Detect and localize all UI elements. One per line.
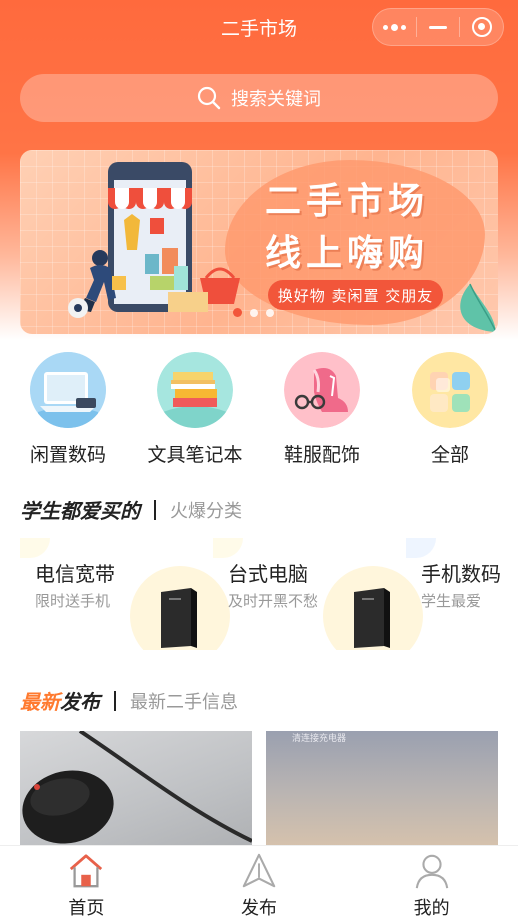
tab-publish[interactable]: 发布 [173,846,346,920]
home-icon [70,854,103,888]
pagination-dot[interactable] [233,308,242,317]
hot-item-subtitle: 限时送手机 [35,592,111,610]
bottom-tab-bar: 首页 发布 我的 [0,845,518,920]
card-decoration [20,538,50,558]
hot-category-list: 电信宽带 限时送手机 台式电脑 及时开黑不愁 手机数码 学生最爱 [20,538,518,650]
leaf-icon [460,283,497,333]
category-all[interactable]: 全部 [390,352,510,467]
pagination-dot[interactable] [250,308,258,317]
section-subtitle: 火爆分类 [170,500,242,522]
hot-item-desktop[interactable]: 台式电脑 及时开黑不愁 [213,538,423,650]
category-row: 闲置数码 文具笔记本 鞋服配饰 全部 [0,352,518,470]
hot-item-broadband[interactable]: 电信宽带 限时送手机 [20,538,230,650]
section-divider [154,499,156,520]
mini-program-capsule [372,8,504,46]
hot-item-subtitle: 学生最爱 [421,592,482,610]
banner-pagination[interactable] [233,308,274,317]
hot-item-title: 电信宽带 [35,562,115,586]
category-label: 闲置数码 [29,444,106,466]
hot-item-title: 手机数码 [421,562,501,586]
computer-tower-icon [354,588,390,648]
hot-section-header: 学生都爱买的 火爆分类 [20,495,242,524]
section-title: 最新发布 [20,690,100,714]
computer-tower-icon [161,588,197,648]
laptop-icon [30,352,106,428]
category-label: 鞋服配饰 [283,444,360,466]
more-dots-icon [382,23,406,31]
search-icon [197,86,221,110]
category-apparel[interactable]: 鞋服配饰 [262,352,382,467]
more-button[interactable] [373,9,416,45]
grid-icon [412,352,488,428]
search-placeholder: 搜索关键词 [231,89,321,110]
minimize-button[interactable] [417,9,460,45]
card-decoration [406,538,436,558]
profile-icon [415,854,448,889]
tab-home[interactable]: 首页 [0,846,173,920]
tab-profile[interactable]: 我的 [345,846,518,920]
minus-icon [429,25,447,29]
post-caption: 清连接充电器 [292,734,347,744]
hot-item-title: 台式电脑 [228,562,308,586]
shop-illustration [68,162,240,318]
hot-item-phone[interactable]: 手机数码 学生最爱 [406,538,518,650]
section-subtitle: 最新二手信息 [130,691,238,713]
tab-label: 发布 [241,898,277,919]
post-card[interactable]: 清连接充电器 [266,731,498,851]
banner-headline-2: 线上嗨购 [265,233,430,274]
tab-label: 我的 [413,898,450,919]
hot-item-subtitle: 及时开黑不愁 [228,592,319,610]
mouse-photo [22,731,252,844]
target-icon [471,17,492,37]
section-divider [114,690,116,711]
shoe-glasses-icon [284,352,360,428]
card-decoration [213,538,243,558]
category-label: 全部 [430,444,469,466]
category-stationery[interactable]: 文具笔记本 [135,352,255,467]
post-card[interactable] [20,731,252,851]
publish-icon [242,853,276,888]
category-digital[interactable]: 闲置数码 [8,352,128,467]
section-title: 学生都爱买的 [20,499,140,523]
category-label: 文具笔记本 [147,444,243,466]
latest-post-grid: 清连接充电器 [20,731,498,851]
search-bar[interactable]: 搜索关键词 [20,74,498,122]
latest-section-header: 最新发布 最新二手信息 [20,686,238,715]
pagination-dot[interactable] [266,308,274,317]
banner-tagline: 换好物 卖闲置 交朋友 [268,280,443,310]
banner-headline-1: 二手市场 [265,181,430,222]
promo-banner[interactable]: 二手市场 线上嗨购 换好物 卖闲置 交朋友 [20,150,498,334]
tab-label: 首页 [68,898,105,919]
close-button[interactable] [460,9,503,45]
books-icon [157,352,233,428]
